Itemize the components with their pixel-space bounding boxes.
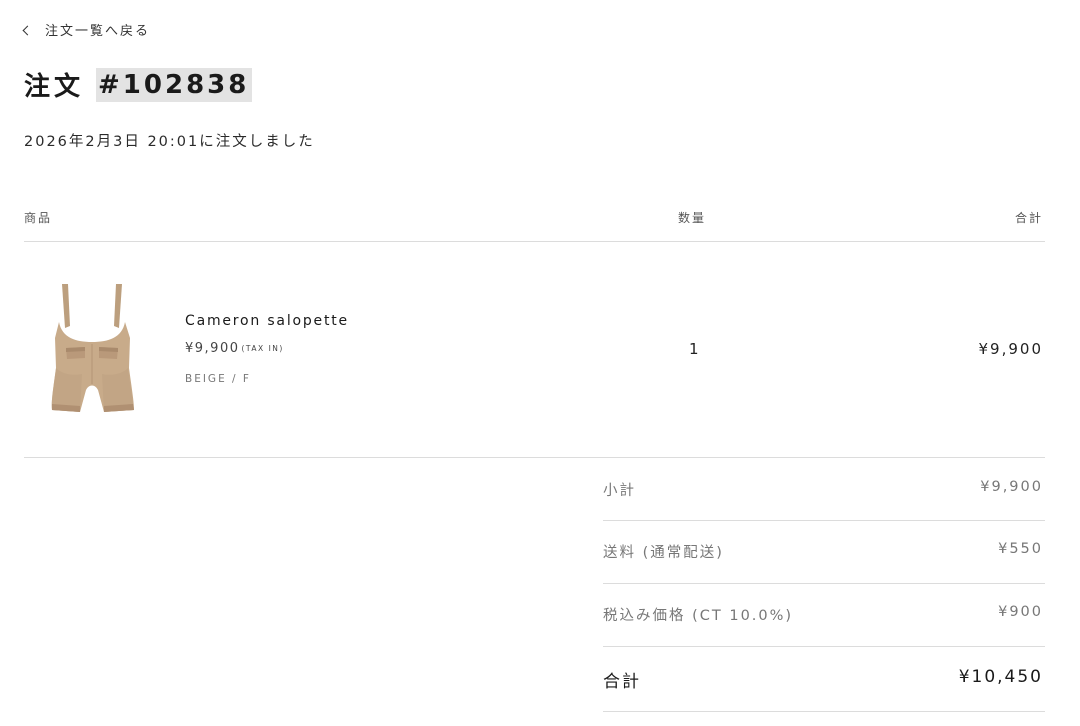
item-line-total: ¥9,900 bbox=[978, 340, 1043, 358]
product-name[interactable]: Cameron salopette bbox=[185, 313, 349, 329]
summary-divider bbox=[603, 520, 1045, 521]
column-header-quantity: 数量 bbox=[678, 211, 707, 225]
column-header-total: 合計 bbox=[1014, 211, 1043, 225]
title-prefix: 注文 bbox=[24, 72, 85, 102]
salopette-product-image[interactable] bbox=[42, 278, 142, 426]
summary-divider bbox=[603, 711, 1045, 712]
tax-in-note: (TAX IN) bbox=[241, 344, 284, 353]
subtotal-label: 小計 bbox=[603, 483, 636, 499]
back-to-orders-label: 注文一覧へ戻る bbox=[45, 24, 151, 39]
summary-divider bbox=[603, 646, 1045, 647]
subtotal-value: ¥9,900 bbox=[980, 479, 1043, 495]
tax-label: 税込み価格 (CT 10.0%) bbox=[603, 608, 794, 624]
tax-value: ¥900 bbox=[998, 604, 1043, 620]
product-unit-price: ¥9,900 (TAX IN) bbox=[185, 341, 284, 356]
column-header-product: 商品 bbox=[24, 211, 53, 225]
shipping-value: ¥550 bbox=[998, 541, 1043, 557]
shipping-label: 送料 (通常配送) bbox=[603, 545, 724, 561]
item-quantity: 1 bbox=[689, 340, 699, 358]
chevron-left-icon bbox=[22, 25, 33, 35]
product-variant: BEIGE / F bbox=[185, 373, 251, 385]
grand-total-label: 合計 bbox=[603, 672, 641, 692]
page-title: 注文 #102838 bbox=[24, 66, 253, 103]
summary-divider bbox=[603, 583, 1045, 584]
table-header-divider bbox=[24, 241, 1045, 242]
unit-price-value: ¥9,900 bbox=[185, 341, 240, 356]
order-date: 2026年2月3日 20:01に注文しました bbox=[24, 134, 315, 150]
table-row-divider bbox=[24, 457, 1045, 458]
order-number: #102838 bbox=[96, 67, 253, 102]
grand-total-value: ¥10,450 bbox=[958, 667, 1043, 687]
back-to-orders-link[interactable]: 注文一覧へ戻る bbox=[22, 20, 151, 39]
